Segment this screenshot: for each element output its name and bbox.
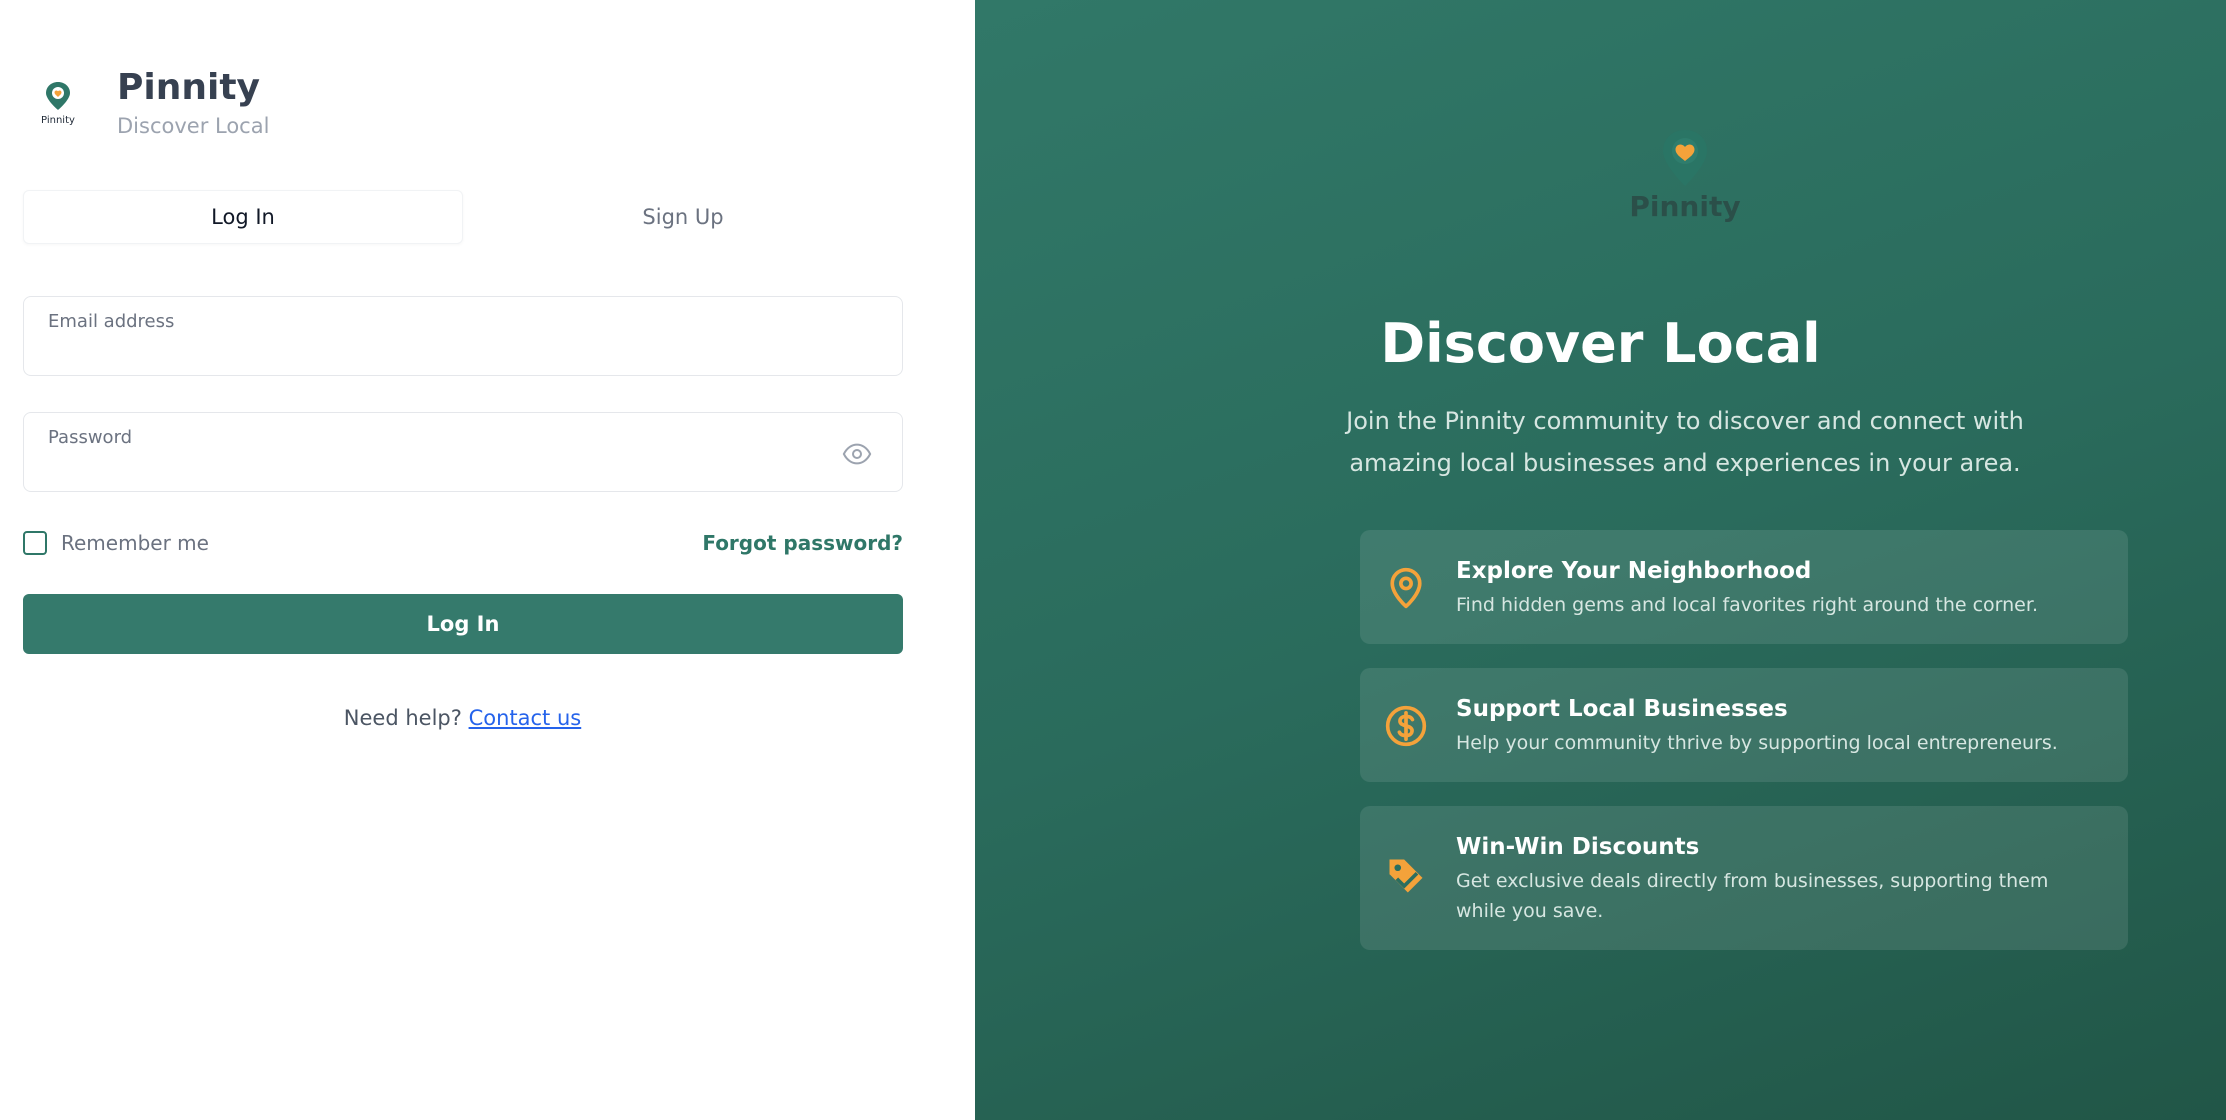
- email-input[interactable]: [48, 337, 832, 365]
- password-label: Password: [48, 427, 133, 448]
- feature-description: Get exclusive deals directly from busine…: [1456, 870, 2049, 922]
- hero-subtitle: Join the Pinnity community to discover a…: [1346, 407, 2024, 477]
- feature-title: Support Local Businesses: [1456, 696, 1788, 722]
- svg-text:Pinnity: Pinnity: [1629, 190, 1740, 223]
- tab-log-in[interactable]: Log In: [23, 190, 463, 244]
- feature-card-support: Support Local Businesses Help your commu…: [1360, 668, 2128, 782]
- tag-icon: [1389, 859, 1423, 893]
- tab-sign-up[interactable]: Sign Up: [463, 190, 903, 244]
- svg-text:Pinnity: Pinnity: [41, 115, 75, 126]
- promo-panel: Pinnity Discover Local Join the Pinnity …: [975, 0, 2226, 1120]
- feature-title: Explore Your Neighborhood: [1456, 558, 1812, 584]
- help-text: Need help? Contact us: [0, 706, 925, 730]
- pinnity-logo-icon: Pinnity: [41, 82, 75, 126]
- feature-card-discounts: Win-Win Discounts Get exclusive deals di…: [1360, 806, 2128, 950]
- remember-me-checkbox[interactable]: [23, 531, 47, 555]
- help-label: Need help?: [343, 706, 462, 730]
- log-in-button[interactable]: Log In: [23, 594, 903, 654]
- brand-subtitle: Discover Local: [117, 114, 270, 138]
- brand-title: Pinnity: [117, 67, 260, 108]
- feature-description: Help your community thrive by supporting…: [1456, 732, 2058, 754]
- show-password-eye-icon[interactable]: [842, 439, 872, 469]
- remember-me-label: Remember me: [61, 531, 209, 555]
- forgot-password-link[interactable]: Forgot password?: [702, 531, 903, 555]
- login-panel: Pinnity Pinnity Discover Local Log In Si…: [0, 0, 975, 1120]
- contact-us-link[interactable]: Contact us: [469, 706, 582, 730]
- email-label: Email address: [48, 311, 175, 332]
- password-input[interactable]: [48, 453, 832, 481]
- email-field: Email address: [23, 296, 903, 376]
- dollar-circle-icon: [1385, 705, 1427, 747]
- feature-card-explore: Explore Your Neighborhood Find hidden ge…: [1360, 530, 2128, 644]
- feature-description: Find hidden gems and local favorites rig…: [1456, 594, 2038, 616]
- feature-title: Win-Win Discounts: [1456, 834, 1700, 860]
- brand-header: Pinnity Pinnity Discover Local: [36, 66, 269, 140]
- auth-tabs: Log In Sign Up: [23, 190, 903, 244]
- password-field: Password: [23, 412, 903, 492]
- hero-title: Discover Local: [1380, 312, 1821, 375]
- map-pin-icon: [1390, 567, 1422, 609]
- pinnity-hero-logo-icon: Pinnity: [1629, 130, 1741, 223]
- remember-me: Remember me: [23, 531, 209, 555]
